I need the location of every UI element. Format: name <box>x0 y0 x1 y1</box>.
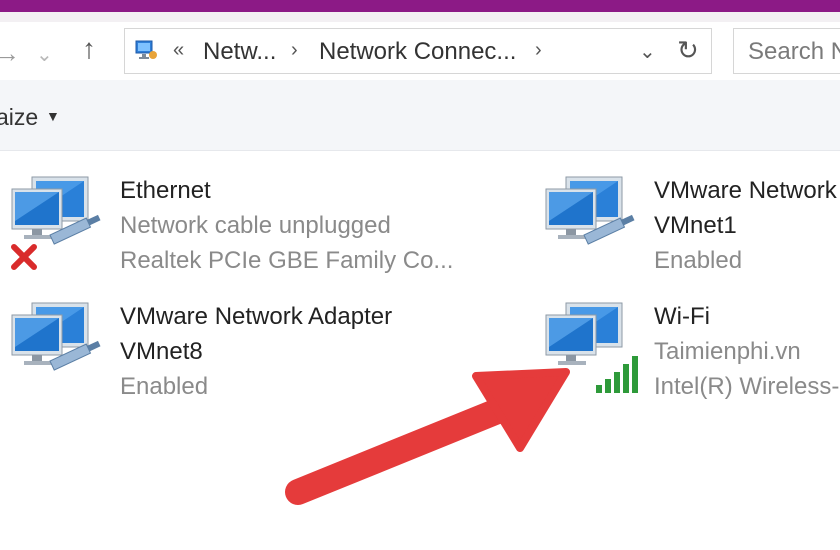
breadcrumb-network[interactable]: Netw... <box>203 38 276 66</box>
connection-status: Network cable unplugged <box>120 212 391 239</box>
connection-name: VMware Network Adapter <box>120 303 393 330</box>
connection-name: Wi-Fi <box>654 303 710 330</box>
search-input[interactable]: Search N <box>733 28 840 74</box>
connection-details: VMware Network VMnet1 Enabled <box>654 173 837 278</box>
address-dropdown-icon[interactable]: ⌄ <box>639 39 656 64</box>
connection-name: VMware Network <box>654 177 837 204</box>
caret-down-icon[interactable]: ▼ <box>46 108 60 124</box>
control-panel-icon <box>135 40 157 59</box>
connection-item-wifi[interactable]: Wi-Fi Taimienphi.vn Intel(R) Wireless- <box>544 299 840 409</box>
connection-item-vmnet8[interactable]: VMware Network Adapter VMnet8 Enabled <box>10 299 450 409</box>
connection-device: Intel(R) Wireless- <box>654 373 840 400</box>
connections-list: Ethernet Network cable unplugged Realtek… <box>0 151 840 550</box>
connection-name: Ethernet <box>120 177 211 204</box>
connection-item-ethernet[interactable]: Ethernet Network cable unplugged Realtek… <box>10 173 453 283</box>
connection-item-vmnet1[interactable]: VMware Network VMnet1 Enabled <box>544 173 840 283</box>
up-arrow-icon[interactable]: ↑ <box>82 35 96 63</box>
connection-details: Ethernet Network cable unplugged Realtek… <box>120 173 453 278</box>
connection-details: VMware Network Adapter VMnet8 Enabled <box>120 299 392 404</box>
back-arrow-icon[interactable]: → <box>0 40 20 66</box>
command-bar: aize ▼ <box>0 80 840 151</box>
breadcrumb-separator[interactable]: › <box>291 39 298 62</box>
network-adapter-icon <box>545 176 635 245</box>
connection-device: Enabled <box>120 373 209 400</box>
connection-device: Enabled <box>654 247 743 274</box>
connection-status: VMnet8 <box>120 338 203 365</box>
wifi-signal-icon <box>596 356 638 393</box>
disconnected-x-icon <box>11 244 37 270</box>
connection-status: VMnet1 <box>654 212 737 239</box>
breadcrumb-separator[interactable]: › <box>535 39 542 62</box>
connection-status: Taimienphi.vn <box>654 338 801 365</box>
overflow-chevron[interactable]: « <box>173 39 184 62</box>
connection-details: Wi-Fi Taimienphi.vn Intel(R) Wireless- <box>654 299 839 404</box>
window-title-bar <box>0 0 840 12</box>
search-placeholder: Search N <box>748 38 840 65</box>
recent-locations-chevron-icon[interactable]: ⌄ <box>36 42 53 68</box>
navigation-bar: → ⌄ ↑ « Netw... › Network Connec... › ⌄ … <box>0 22 840 80</box>
window-frame <box>0 12 840 22</box>
address-bar[interactable]: « Netw... › Network Connec... › ⌄ ↻ <box>124 28 712 74</box>
organize-button[interactable]: aize <box>0 104 38 131</box>
connection-device: Realtek PCIe GBE Family Co... <box>120 247 454 274</box>
breadcrumb-network-connections[interactable]: Network Connec... <box>319 38 516 66</box>
refresh-icon[interactable]: ↻ <box>677 35 699 66</box>
network-adapter-icon <box>11 302 101 371</box>
